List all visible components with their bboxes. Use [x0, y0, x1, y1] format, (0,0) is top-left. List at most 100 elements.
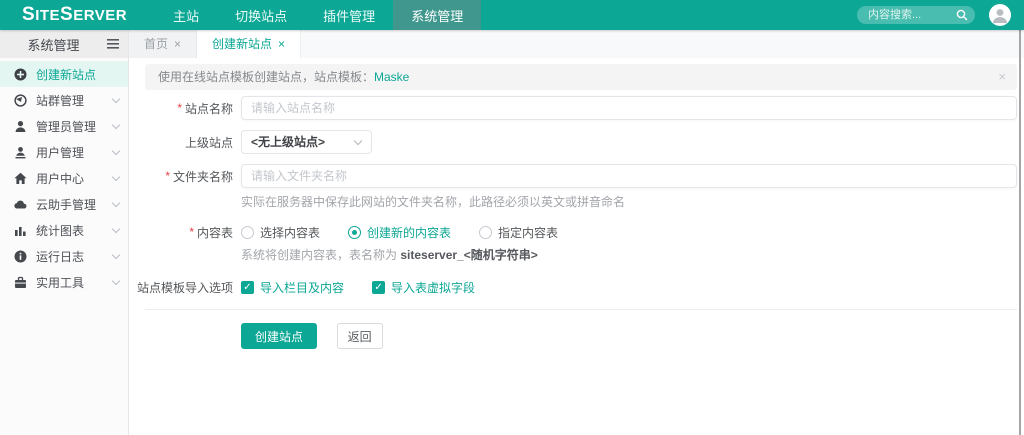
- content-table-radio-group: 选择内容表 创建新的内容表 指定内容表: [241, 224, 1017, 241]
- parent-site-select[interactable]: <无上级站点>: [241, 130, 372, 154]
- sidebar-title: 系统管理: [0, 35, 107, 54]
- checkbox-checked-icon: ✓: [241, 281, 254, 294]
- radio-icon: [348, 226, 361, 239]
- user-avatar[interactable]: [989, 4, 1011, 26]
- chevron-down-icon: [354, 137, 362, 145]
- chevron-down-icon: [112, 120, 120, 128]
- sidebar-item-create-site[interactable]: 创建新站点: [0, 61, 128, 87]
- search-icon[interactable]: [956, 9, 968, 24]
- sidebar-item-statistics[interactable]: 统计图表: [0, 217, 128, 243]
- briefcase-icon: [13, 276, 28, 289]
- site-name-input[interactable]: [241, 96, 1017, 120]
- radio-specify-content-table[interactable]: 指定内容表: [479, 224, 558, 241]
- user-avatar-icon: [989, 4, 1011, 26]
- tab-close-icon[interactable]: ×: [278, 37, 285, 51]
- sidebar-item-label: 用户中心: [36, 170, 84, 187]
- vertical-scrollbar[interactable]: [1019, 30, 1021, 435]
- radio-create-new-content-table[interactable]: 创建新的内容表: [348, 224, 451, 241]
- folder-name-input[interactable]: [241, 164, 1017, 188]
- nav-item-system-management[interactable]: 系统管理: [393, 0, 481, 30]
- home-icon: [13, 172, 28, 185]
- chevron-down-icon: [112, 276, 120, 284]
- radio-select-content-table[interactable]: 选择内容表: [241, 224, 320, 241]
- plus-circle-icon: [13, 68, 28, 81]
- banner-text: 使用在线站点模板创建站点，站点模板：: [158, 70, 374, 84]
- content-search-box[interactable]: [857, 6, 975, 24]
- checkbox-import-channels-content[interactable]: ✓ 导入栏目及内容: [241, 279, 344, 296]
- chevron-down-icon: [112, 146, 120, 154]
- sidebar-item-label: 统计图表: [36, 222, 84, 239]
- content-table-row: * 内容表 选择内容表 创建新的内容表: [145, 224, 1017, 263]
- sidebar-menu: 创建新站点 站群管理 管理员管理 用户管理 用户中心: [0, 58, 128, 295]
- sidebar-item-label: 创建新站点: [36, 66, 96, 83]
- tab-create-site[interactable]: 创建新站点 ×: [197, 30, 301, 58]
- sidebar-item-site-group[interactable]: 站群管理: [0, 87, 128, 113]
- info-circle-icon: [13, 250, 28, 263]
- table-name-placeholder: siteserver_<随机字符串>: [400, 248, 537, 262]
- chevron-down-icon: [112, 224, 120, 232]
- create-site-form: 使用在线站点模板创建站点，站点模板：Maske × * 站点名称 上级站点: [129, 58, 1024, 435]
- banner-close-icon[interactable]: ×: [998, 64, 1006, 90]
- checkbox-import-virtual-fields[interactable]: ✓ 导入表虚拟字段: [372, 279, 475, 296]
- sidebar-item-user-center[interactable]: 用户中心: [0, 165, 128, 191]
- tab-bar: 首页 × 创建新站点 ×: [129, 30, 1024, 58]
- site-name-label: * 站点名称: [145, 100, 233, 117]
- bar-chart-icon: [13, 224, 28, 237]
- admin-user-icon: [13, 120, 28, 133]
- sidebar-item-label: 云助手管理: [36, 196, 96, 213]
- sidebar-item-label: 实用工具: [36, 274, 84, 291]
- sidebar: 系统管理 创建新站点 站群管理 管理员管理 用户管理: [0, 30, 129, 435]
- form-divider: [145, 309, 1017, 310]
- tab-home[interactable]: 首页 ×: [129, 30, 197, 58]
- nav-item-switch-site[interactable]: 切换站点: [217, 0, 305, 30]
- navbar-right: [857, 4, 1024, 26]
- content-table-label: * 内容表: [145, 224, 233, 240]
- hamburger-icon[interactable]: [107, 39, 119, 49]
- chevron-down-icon: [112, 198, 120, 206]
- content-table-help: 系统将创建内容表，表名称为 siteserver_<随机字符串>: [241, 246, 1017, 263]
- create-site-button[interactable]: 创建站点: [241, 323, 317, 349]
- tab-close-icon[interactable]: ×: [174, 37, 181, 51]
- sidebar-item-cloud-assistant[interactable]: 云助手管理: [0, 191, 128, 217]
- back-button[interactable]: 返回: [337, 323, 383, 349]
- tab-label: 首页: [144, 37, 168, 51]
- template-name-link[interactable]: Maske: [374, 70, 409, 84]
- sidebar-item-label: 站群管理: [36, 92, 84, 109]
- user-icon: [13, 146, 28, 159]
- sidebar-item-label: 运行日志: [36, 248, 84, 265]
- sidebar-item-label: 管理员管理: [36, 118, 96, 135]
- parent-site-row: 上级站点 <无上级站点>: [145, 130, 1017, 154]
- sidebar-item-user-management[interactable]: 用户管理: [0, 139, 128, 165]
- folder-name-help: 实际在服务器中保存此网站的文件夹名称，此路径必须以英文或拼音命名: [241, 193, 1017, 210]
- parent-site-value: <无上级站点>: [251, 135, 325, 149]
- siteserver-logo[interactable]: SiteServer: [22, 4, 127, 26]
- cloud-icon: [13, 198, 28, 211]
- folder-name-label: * 文件夹名称: [145, 164, 233, 188]
- tab-label: 创建新站点: [212, 37, 272, 51]
- sidebar-item-run-log[interactable]: 运行日志: [0, 243, 128, 269]
- checkbox-checked-icon: ✓: [372, 281, 385, 294]
- sidebar-item-label: 用户管理: [36, 144, 84, 161]
- template-info-banner: 使用在线站点模板创建站点，站点模板：Maske ×: [145, 64, 1017, 90]
- required-mark: *: [165, 169, 170, 183]
- nav-item-main-site[interactable]: 主站: [155, 0, 217, 30]
- required-mark: *: [177, 101, 182, 115]
- top-navbar: SiteServer 主站 切换站点 插件管理 系统管理: [0, 0, 1024, 30]
- chevron-down-icon: [112, 250, 120, 258]
- logo-text-site: Site: [22, 4, 60, 26]
- folder-name-row: * 文件夹名称 实际在服务器中保存此网站的文件夹名称，此路径必须以英文或拼音命名: [145, 164, 1017, 210]
- import-options-label: 站点模板导入选项: [145, 279, 233, 296]
- site-name-row: * 站点名称: [145, 96, 1017, 120]
- form-buttons-row: 创建站点 返回: [145, 323, 1017, 349]
- chevron-down-icon: [112, 172, 120, 180]
- nav-item-plugin-management[interactable]: 插件管理: [305, 0, 393, 30]
- import-options-checkbox-group: ✓ 导入栏目及内容 ✓ 导入表虚拟字段: [241, 279, 1017, 296]
- main-nav-menu: 主站 切换站点 插件管理 系统管理: [155, 0, 481, 30]
- radio-icon: [479, 226, 492, 239]
- sidebar-header: 系统管理: [0, 30, 128, 58]
- sidebar-item-utilities[interactable]: 实用工具: [0, 269, 128, 295]
- radio-icon: [241, 226, 254, 239]
- main-area: 首页 × 创建新站点 × 使用在线站点模板创建站点，站点模板：Maske × * 站…: [129, 30, 1024, 435]
- parent-site-label: 上级站点: [145, 134, 233, 151]
- sidebar-item-admin-management[interactable]: 管理员管理: [0, 113, 128, 139]
